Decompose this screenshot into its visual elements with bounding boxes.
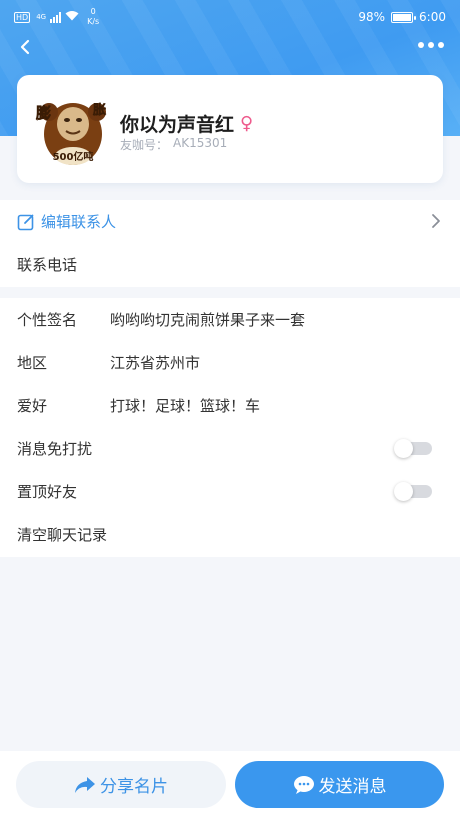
battery-icon <box>391 11 417 23</box>
detail-value: 打球！足球！篮球！车 <box>110 397 261 415</box>
pin-label: 置顶好友 <box>17 483 78 501</box>
send-message-button[interactable]: 发送消息 <box>235 761 444 808</box>
account-id-value: AK15301 <box>173 136 228 150</box>
detail-label: 爱好 <box>17 397 48 415</box>
more-dots-icon[interactable] <box>418 42 444 48</box>
pin-toggle[interactable] <box>394 482 432 501</box>
phone-row[interactable]: 联系电话 <box>0 243 460 286</box>
avatar[interactable]: 膨 胀 500亿吨 <box>33 90 113 170</box>
detail-label: 地区 <box>17 354 48 372</box>
signal-icon <box>50 11 62 23</box>
mute-label: 消息免打扰 <box>17 440 93 458</box>
details-section: 个性签名 哟哟哟切克闹煎饼果子来一套 地区 江苏省苏州市 爱好 打球！足球！篮球… <box>0 298 460 557</box>
share-card-label: 分享名片 <box>100 777 168 797</box>
battery-percent: 98% <box>358 10 386 24</box>
svg-text:胀: 胀 <box>93 103 106 118</box>
detail-row-hobbies: 爱好 打球！足球！篮球！车 <box>0 384 460 427</box>
contact-section: 编辑联系人 联系电话 <box>0 200 460 287</box>
network-speed: 0 K/s <box>87 7 100 26</box>
status-bar: HD 4G 0 K/s 98% 6:00 <box>0 0 460 34</box>
clear-chat-row[interactable]: 清空聊天记录 <box>0 513 460 556</box>
clear-chat-label: 清空聊天记录 <box>17 526 108 544</box>
bottom-action-bar: 分享名片 发送消息 <box>0 751 460 818</box>
clock: 6:00 <box>419 10 446 24</box>
mute-toggle[interactable] <box>394 439 432 458</box>
female-gender-icon: ♀ <box>240 113 254 134</box>
account-id: 友咖号： AK15301 <box>120 136 227 153</box>
profile-card: 膨 胀 500亿吨 你以为声音红 ♀ 友咖号： AK15301 <box>17 75 443 183</box>
network-type: 4G <box>36 13 47 21</box>
chevron-right-icon <box>430 213 442 229</box>
detail-row-region: 地区 江苏省苏州市 <box>0 341 460 384</box>
detail-label: 个性签名 <box>17 311 78 329</box>
navigation-bar <box>0 36 460 58</box>
edit-contact-row[interactable]: 编辑联系人 <box>0 200 460 243</box>
share-arrow-icon <box>74 775 96 795</box>
edit-icon <box>17 213 35 231</box>
chat-bubble-icon <box>293 775 315 795</box>
contact-name: 你以为声音红 <box>120 114 235 136</box>
wifi-icon <box>65 10 79 24</box>
edit-contact-label: 编辑联系人 <box>41 213 117 231</box>
detail-value: 哟哟哟切克闹煎饼果子来一套 <box>110 311 306 329</box>
account-id-label: 友咖号： <box>120 138 169 152</box>
share-card-button[interactable]: 分享名片 <box>16 761 226 808</box>
hd-indicator: HD <box>14 11 31 23</box>
svg-text:500亿吨: 500亿吨 <box>53 150 94 163</box>
phone-label: 联系电话 <box>17 256 78 274</box>
pin-friend-row: 置顶好友 <box>0 470 460 513</box>
detail-row-signature: 个性签名 哟哟哟切克闹煎饼果子来一套 <box>0 298 460 341</box>
back-arrow-icon[interactable] <box>14 36 36 58</box>
send-message-label: 发送消息 <box>318 777 387 797</box>
svg-text:膨: 膨 <box>36 104 51 122</box>
mute-notifications-row: 消息免打扰 <box>0 427 460 470</box>
detail-value: 江苏省苏州市 <box>110 354 201 372</box>
